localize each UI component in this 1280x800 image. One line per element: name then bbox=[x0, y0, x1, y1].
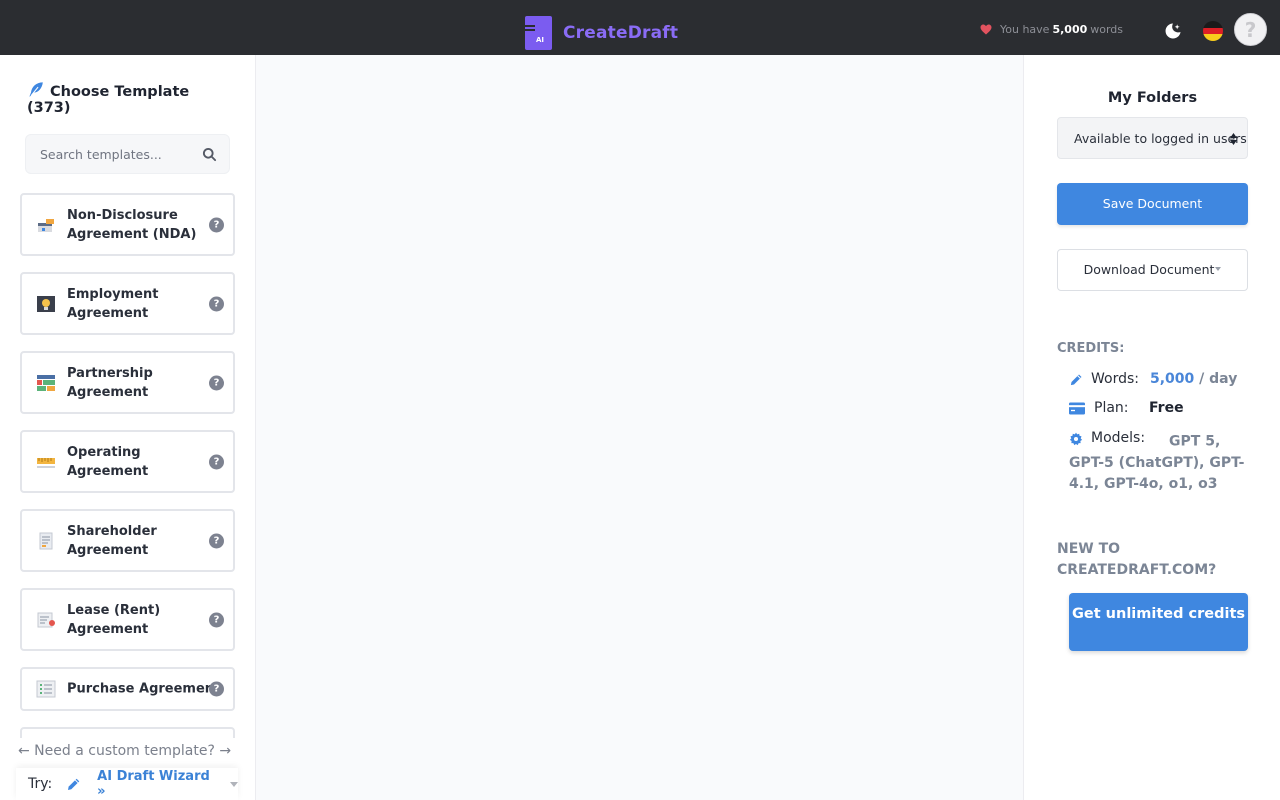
folder-select[interactable]: Available to logged in users bbox=[1057, 117, 1248, 159]
credits-models-row: Models: GPT 5, GPT-5 (ChatGPT), GPT-4.1, … bbox=[1069, 428, 1249, 495]
help-icon[interactable]: ? bbox=[209, 454, 224, 469]
document-icon bbox=[39, 532, 53, 549]
help-icon[interactable]: ? bbox=[209, 375, 224, 390]
search-icon[interactable] bbox=[202, 147, 217, 162]
pencil-icon bbox=[1070, 374, 1082, 385]
template-item-nda[interactable]: Non-Disclosure Agreement (NDA) ? bbox=[20, 193, 235, 256]
custom-template-link[interactable]: ← Need a custom template? → bbox=[18, 743, 231, 759]
words-label: Words: bbox=[1091, 371, 1139, 387]
createdraft-logo-icon: AI bbox=[525, 16, 552, 50]
ruler-icon bbox=[37, 457, 55, 468]
help-icon[interactable]: ? bbox=[209, 296, 224, 311]
help-icon[interactable]: ? bbox=[209, 217, 224, 232]
top-navbar: AI CreateDraft You have 5,000 words ? bbox=[0, 0, 1280, 55]
template-label: Partnership Agreement bbox=[67, 365, 153, 400]
template-label: Lease (Rent) Agreement bbox=[67, 602, 161, 637]
try-wizard-bar: Try: AI Draft Wizard » bbox=[16, 768, 238, 800]
help-icon[interactable]: ? bbox=[209, 681, 224, 697]
template-label: Employment Agreement bbox=[67, 286, 159, 321]
choose-template-title: Choose Template (373) bbox=[27, 80, 227, 116]
template-label: Purchase Agreement bbox=[67, 681, 217, 697]
words-count: 5,000 bbox=[1052, 23, 1088, 36]
words-value: 5,000 / day bbox=[1150, 371, 1238, 387]
template-item-employment[interactable]: Employment Agreement ? bbox=[20, 272, 235, 335]
my-folders-title: My Folders bbox=[1107, 90, 1198, 106]
user-avatar[interactable]: ? bbox=[1234, 13, 1267, 46]
grid-icon bbox=[37, 374, 55, 391]
models-label: Models: bbox=[1091, 430, 1146, 446]
folder-select-value: Available to logged in users bbox=[1074, 130, 1247, 146]
try-label: Try: bbox=[28, 776, 53, 792]
plan-value: Free bbox=[1149, 400, 1184, 416]
template-item-partnership[interactable]: Partnership Agreement ? bbox=[20, 351, 235, 414]
template-item-partial[interactable] bbox=[20, 727, 235, 738]
credits-plan-row: Plan: Free bbox=[1069, 400, 1184, 416]
template-label: Operating Agreement bbox=[67, 444, 149, 479]
brand-logo-link[interactable]: AI CreateDraft bbox=[525, 16, 678, 50]
receipt-icon bbox=[37, 612, 55, 627]
checklist-icon bbox=[36, 680, 56, 698]
credits-heading: CREDITS: bbox=[1057, 341, 1125, 356]
download-document-button[interactable]: Download Document bbox=[1057, 249, 1248, 291]
new-to-heading: NEW TO CREATEDRAFT.COM? bbox=[1057, 541, 1217, 578]
words-prefix: You have bbox=[1000, 23, 1050, 36]
pencil-icon bbox=[68, 778, 80, 790]
template-item-shareholder[interactable]: Shareholder Agreement ? bbox=[20, 509, 235, 572]
select-arrows-icon bbox=[1230, 133, 1237, 145]
get-unlimited-credits-button[interactable]: Get unlimited credits bbox=[1069, 593, 1248, 651]
lightbulb-icon bbox=[37, 295, 55, 312]
ai-draft-wizard-link[interactable]: AI Draft Wizard » bbox=[97, 769, 222, 799]
chevron-down-icon bbox=[1215, 267, 1222, 271]
credit-card-icon bbox=[1069, 402, 1085, 414]
document-actions-panel: My Folders Available to logged in users … bbox=[1025, 55, 1280, 800]
credits-words-row: Words: 5,000 / day bbox=[1069, 371, 1237, 387]
german-flag-language-icon[interactable] bbox=[1203, 21, 1223, 41]
feather-icon bbox=[29, 82, 43, 97]
help-icon[interactable]: ? bbox=[209, 533, 224, 548]
question-avatar-icon: ? bbox=[1244, 17, 1257, 42]
template-item-operating[interactable]: Operating Agreement ? bbox=[20, 430, 235, 493]
brand-name: CreateDraft bbox=[563, 23, 679, 43]
save-document-button[interactable]: Save Document bbox=[1057, 183, 1248, 225]
download-document-label: Download Document bbox=[1083, 262, 1215, 277]
template-item-purchase[interactable]: Purchase Agreement ? bbox=[20, 667, 235, 711]
template-search-box bbox=[25, 134, 230, 174]
dark-mode-toggle-icon[interactable] bbox=[1163, 21, 1183, 41]
words-remaining: You have 5,000 words bbox=[980, 23, 1123, 36]
template-search-input[interactable] bbox=[40, 135, 190, 173]
gear-icon bbox=[1069, 432, 1083, 445]
plan-label: Plan: bbox=[1094, 400, 1129, 416]
words-suffix: words bbox=[1090, 23, 1124, 36]
template-label: Shareholder Agreement bbox=[67, 523, 157, 558]
heart-icon bbox=[980, 24, 992, 35]
template-item-lease[interactable]: Lease (Rent) Agreement ? bbox=[20, 588, 235, 651]
template-label: Non-Disclosure Agreement (NDA) bbox=[67, 207, 197, 242]
template-sidebar: Choose Template (373) Non-Disclosure Agr… bbox=[0, 55, 256, 800]
document-editor-area[interactable] bbox=[256, 55, 1024, 800]
template-list: Non-Disclosure Agreement (NDA) ? Employm… bbox=[20, 193, 235, 738]
logo-ai-text: AI bbox=[536, 36, 545, 44]
nda-icon bbox=[38, 218, 54, 232]
help-icon[interactable]: ? bbox=[209, 612, 224, 627]
chevron-down-icon[interactable] bbox=[230, 781, 238, 787]
